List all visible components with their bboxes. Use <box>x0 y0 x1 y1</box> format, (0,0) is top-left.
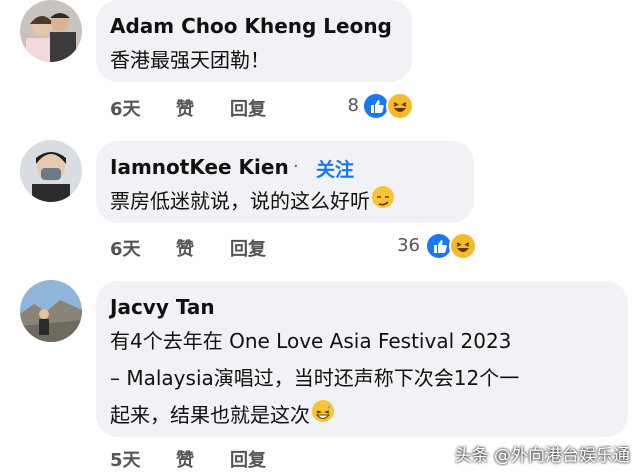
comment-author[interactable]: Adam Choo Kheng Leong <box>110 14 392 38</box>
like-button[interactable]: 赞 <box>176 95 194 121</box>
smirk-emoji-icon <box>372 186 394 208</box>
comment-author[interactable]: Jacvy Tan <box>110 295 215 319</box>
comment-text-line: 有4个去年在 One Love Asia Festival 2023 <box>110 329 512 353</box>
comment-time[interactable]: 6天 <box>110 95 141 121</box>
reaction-count[interactable]: 8 <box>315 95 359 116</box>
watermark: 头条 @外向港台娱乐通 <box>454 446 630 466</box>
reply-button[interactable]: 回复 <box>230 95 266 121</box>
comment-text-line: 票房低迷就说，说的这么好听 <box>110 189 370 213</box>
like-button[interactable]: 赞 <box>176 235 194 261</box>
comment-author[interactable]: IamnotKee Kien <box>110 155 289 179</box>
comment-text: 票房低迷就说，说的这么好听 <box>110 183 394 220</box>
comment-text: 香港最强天团勒！ <box>110 48 270 72</box>
grin-sweat-emoji-icon <box>312 400 334 422</box>
follow-button[interactable]: 关注 <box>316 155 354 182</box>
like-button[interactable]: 赞 <box>176 446 194 472</box>
comment-time[interactable]: 6天 <box>110 235 141 261</box>
reply-button[interactable]: 回复 <box>230 446 266 472</box>
comment-time[interactable]: 5天 <box>110 446 141 472</box>
avatar[interactable] <box>20 140 82 202</box>
separator-dot: · <box>293 156 299 177</box>
reply-button[interactable]: 回复 <box>230 235 266 261</box>
comment-text: 起来，结果也就是这次 <box>110 397 334 434</box>
haha-icon <box>449 232 477 260</box>
comment-text-line: – Malaysia演唱过，当时还声称下次会12个一 <box>110 366 520 390</box>
avatar[interactable] <box>20 280 82 342</box>
avatar[interactable] <box>20 0 82 62</box>
haha-icon <box>386 92 414 120</box>
reaction-count[interactable]: 36 <box>376 235 420 256</box>
comment-text-line: 起来，结果也就是这次 <box>110 403 310 427</box>
